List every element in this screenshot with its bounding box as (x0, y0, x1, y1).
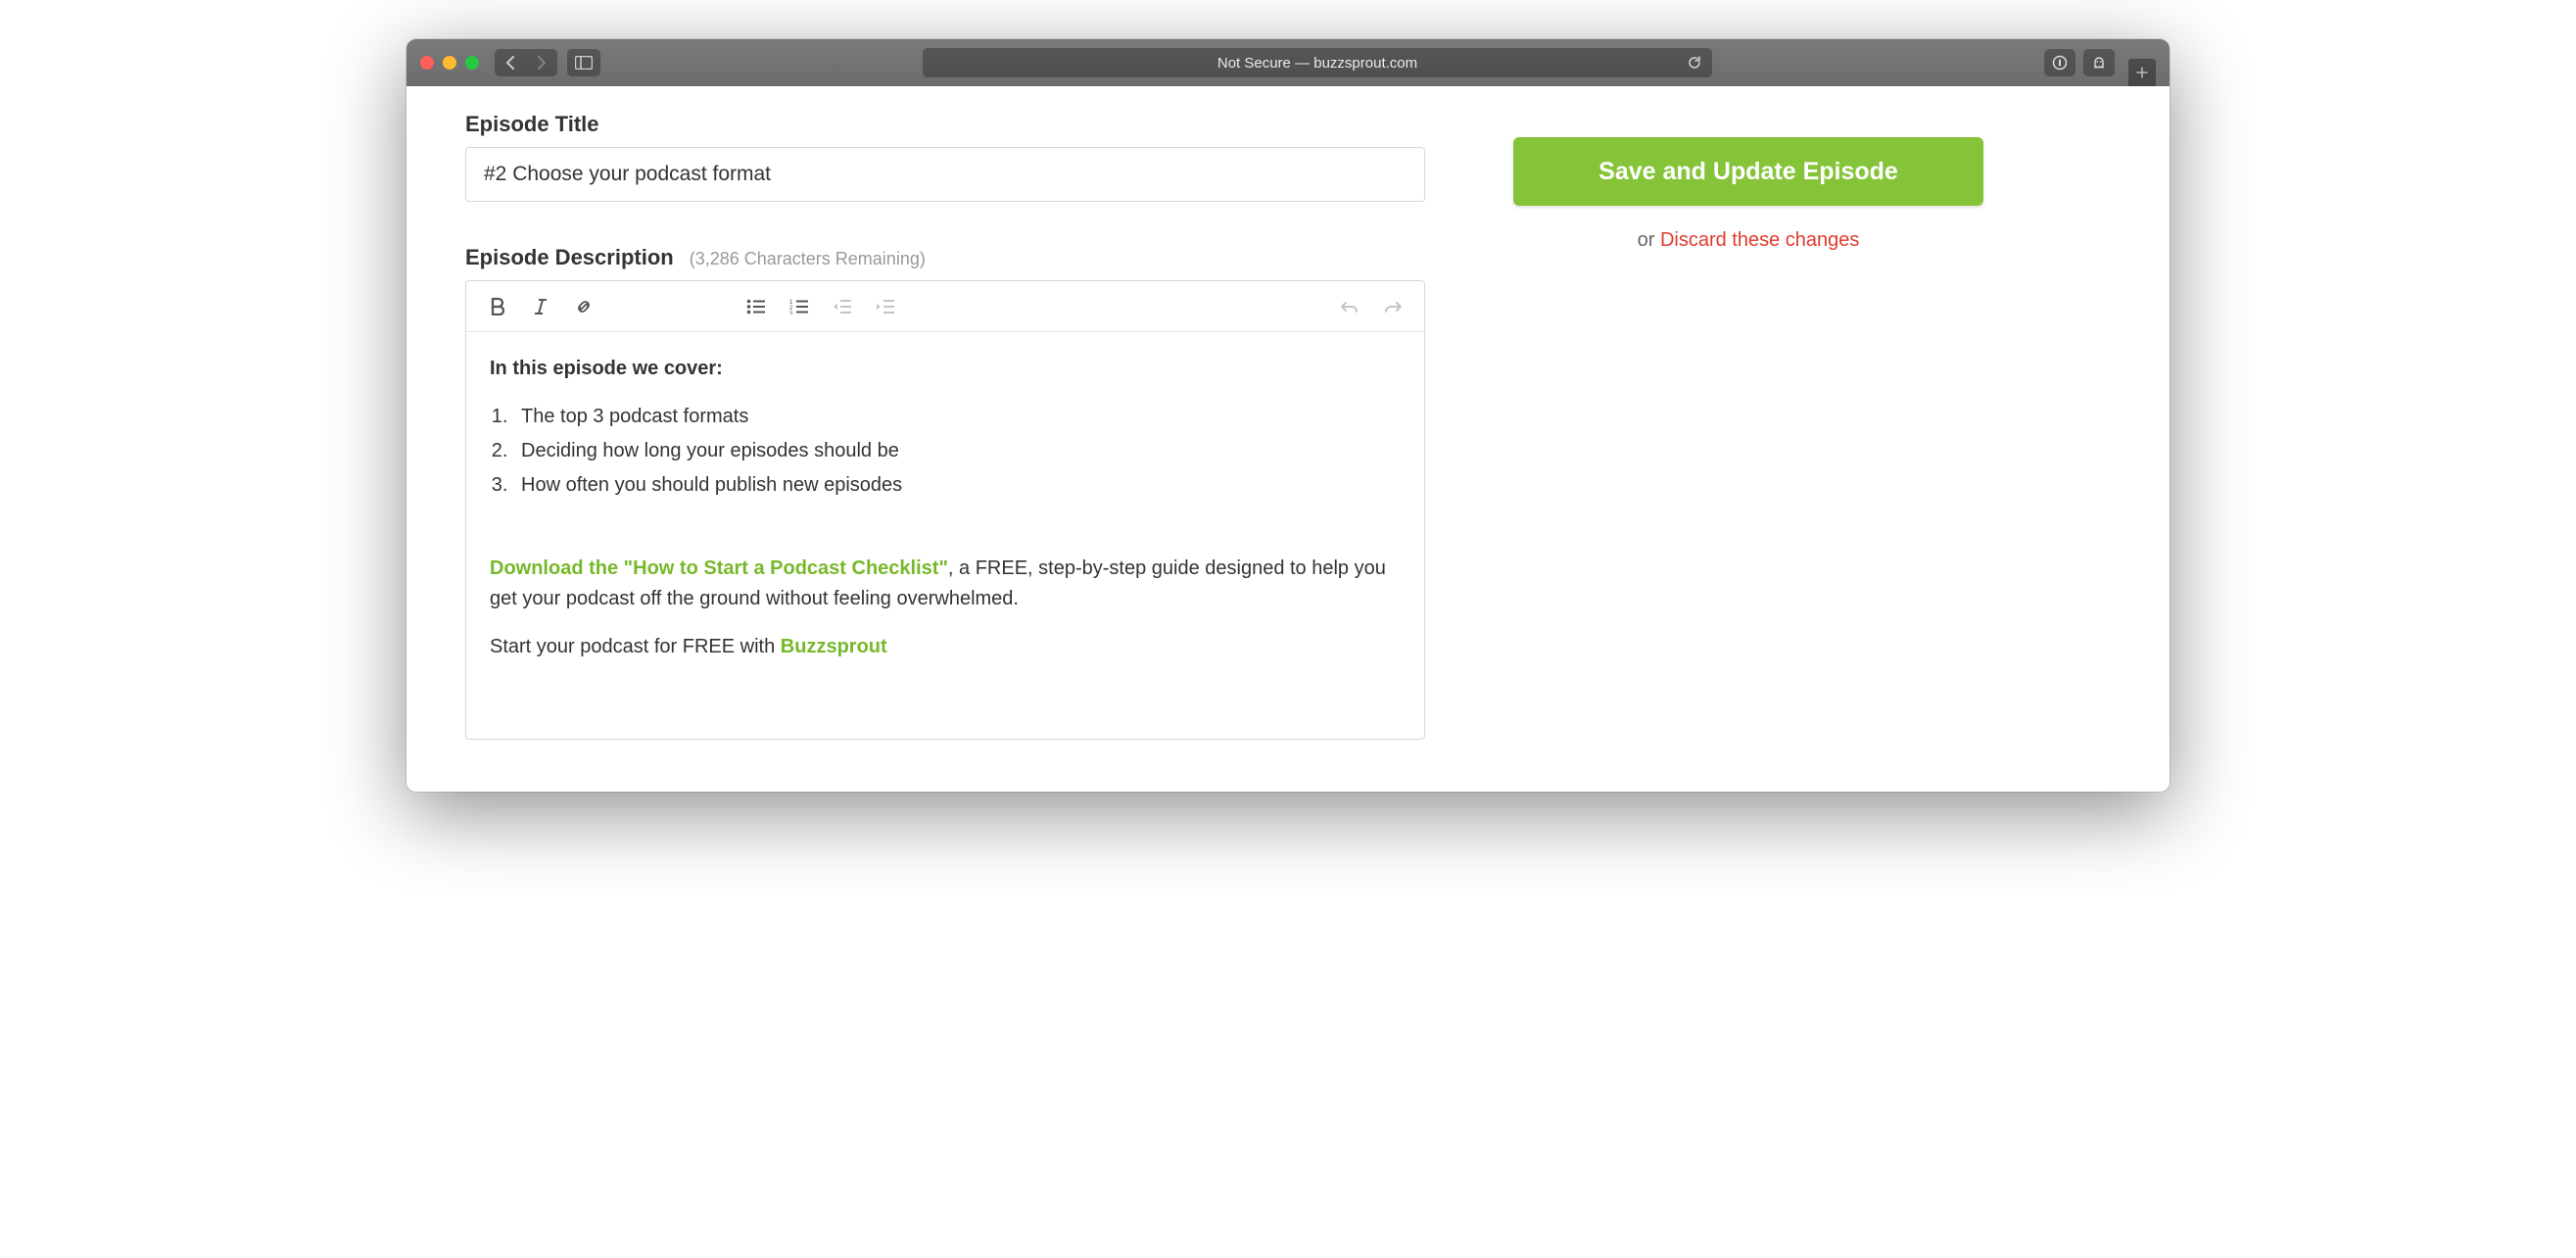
buzzsprout-link[interactable]: Buzzsprout (781, 636, 887, 657)
maximize-window-button[interactable] (465, 56, 479, 70)
discard-row: or Discard these changes (1513, 229, 1983, 252)
extension-1password-icon[interactable] (2044, 49, 2075, 76)
forward-button[interactable] (526, 49, 557, 76)
address-bar[interactable]: Not Secure — buzzsprout.com (923, 48, 1711, 77)
paragraph-text: Start your podcast for FREE with (490, 636, 781, 657)
browser-window: Not Secure — buzzsprout.com Episode Titl… (406, 39, 2170, 792)
list-item: Deciding how long your episodes should b… (513, 436, 1401, 466)
action-sidebar: Save and Update Episode or Discard these… (1513, 112, 2111, 743)
episode-form: Episode Title Episode Description (3,286… (465, 112, 1425, 743)
back-button[interactable] (495, 49, 526, 76)
bold-button[interactable] (480, 289, 515, 324)
rich-text-editor: 123 (465, 280, 1425, 740)
bullet-list-button[interactable] (739, 289, 774, 324)
svg-text:3: 3 (789, 312, 793, 314)
address-bar-container: Not Secure — buzzsprout.com (600, 48, 2034, 77)
outdent-button[interactable] (825, 289, 860, 324)
or-text: or (1638, 229, 1660, 251)
label-text: Episode Description (465, 245, 674, 270)
save-button[interactable]: Save and Update Episode (1513, 137, 1983, 206)
address-text: Not Secure — buzzsprout.com (1217, 55, 1417, 72)
discard-link[interactable]: Discard these changes (1660, 229, 1859, 251)
extension-ghost-icon[interactable] (2083, 49, 2115, 76)
page-content: Episode Title Episode Description (3,286… (406, 86, 2170, 792)
list-item: How often you should publish new episode… (513, 470, 1401, 501)
episode-title-input[interactable] (465, 147, 1425, 202)
content-paragraph: Start your podcast for FREE with Buzzspr… (490, 632, 1401, 662)
reload-icon[interactable] (1687, 55, 1702, 71)
extension-buttons (2044, 49, 2115, 76)
indent-button[interactable] (868, 289, 903, 324)
episode-description-label: Episode Description (3,286 Characters Re… (465, 245, 1425, 270)
label-text: Episode Title (465, 112, 599, 137)
close-window-button[interactable] (420, 56, 434, 70)
sidebar-toggle-button[interactable] (567, 49, 600, 76)
editor-content[interactable]: In this episode we cover: The top 3 podc… (466, 332, 1424, 739)
link-button[interactable] (566, 289, 601, 324)
content-paragraph: Download the "How to Start a Podcast Che… (490, 554, 1401, 614)
editor-toolbar: 123 (466, 281, 1424, 332)
list-item: The top 3 podcast formats (513, 402, 1401, 432)
redo-button[interactable] (1375, 289, 1410, 324)
browser-titlebar: Not Secure — buzzsprout.com (406, 39, 2170, 86)
minimize-window-button[interactable] (443, 56, 456, 70)
italic-button[interactable] (523, 289, 558, 324)
content-ordered-list: The top 3 podcast formats Deciding how l… (490, 402, 1401, 501)
undo-button[interactable] (1332, 289, 1367, 324)
checklist-link[interactable]: Download the "How to Start a Podcast Che… (490, 557, 948, 579)
traffic-lights (420, 56, 479, 70)
episode-title-label: Episode Title (465, 112, 1425, 137)
nav-button-group (495, 49, 557, 76)
content-heading: In this episode we cover: (490, 354, 1401, 384)
number-list-button[interactable]: 123 (782, 289, 817, 324)
chars-remaining: (3,286 Characters Remaining) (690, 249, 926, 269)
new-tab-button[interactable] (2128, 59, 2156, 86)
